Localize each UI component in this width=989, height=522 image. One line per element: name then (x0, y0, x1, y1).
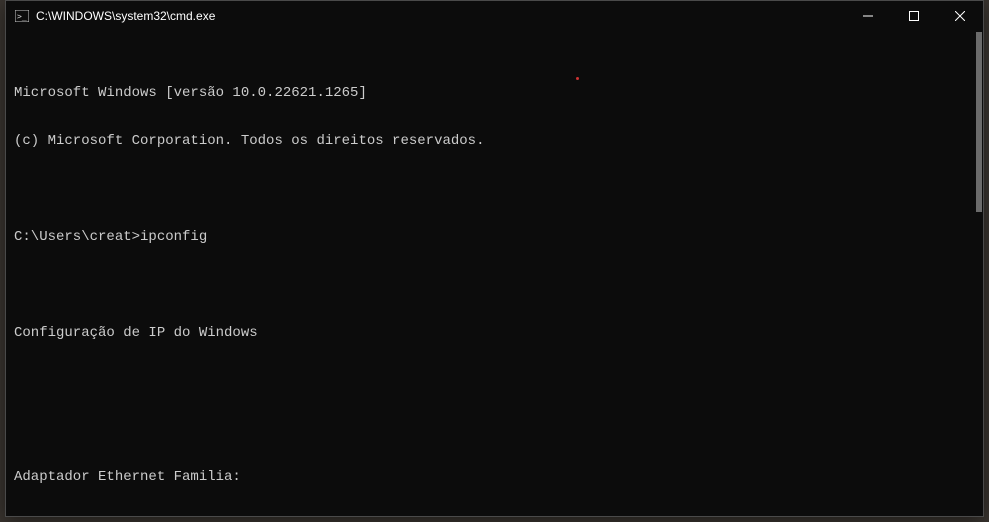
window-controls (845, 1, 983, 31)
adapter-header: Adaptador Ethernet Familia: (14, 469, 975, 485)
red-dot-indicator (576, 77, 579, 80)
window-title: C:\WINDOWS\system32\cmd.exe (36, 9, 845, 23)
output-line (14, 421, 975, 437)
output-line (14, 181, 975, 197)
scrollbar-thumb[interactable] (976, 32, 982, 212)
output-line: Configuração de IP do Windows (14, 325, 975, 341)
command-line: C:\Users\creat>ipconfig (14, 229, 975, 245)
close-button[interactable] (937, 1, 983, 31)
cmd-window: >_ C:\WINDOWS\system32\cmd.exe Microsoft… (5, 0, 984, 517)
titlebar[interactable]: >_ C:\WINDOWS\system32\cmd.exe (6, 1, 983, 31)
minimize-button[interactable] (845, 1, 891, 31)
output-line: (c) Microsoft Corporation. Todos os dire… (14, 133, 975, 149)
output-line (14, 373, 975, 389)
maximize-button[interactable] (891, 1, 937, 31)
svg-text:>_: >_ (17, 12, 27, 21)
cmd-icon: >_ (14, 8, 30, 24)
output-line: Microsoft Windows [versão 10.0.22621.126… (14, 85, 975, 101)
output-line (14, 277, 975, 293)
terminal-output[interactable]: Microsoft Windows [versão 10.0.22621.126… (6, 31, 983, 516)
